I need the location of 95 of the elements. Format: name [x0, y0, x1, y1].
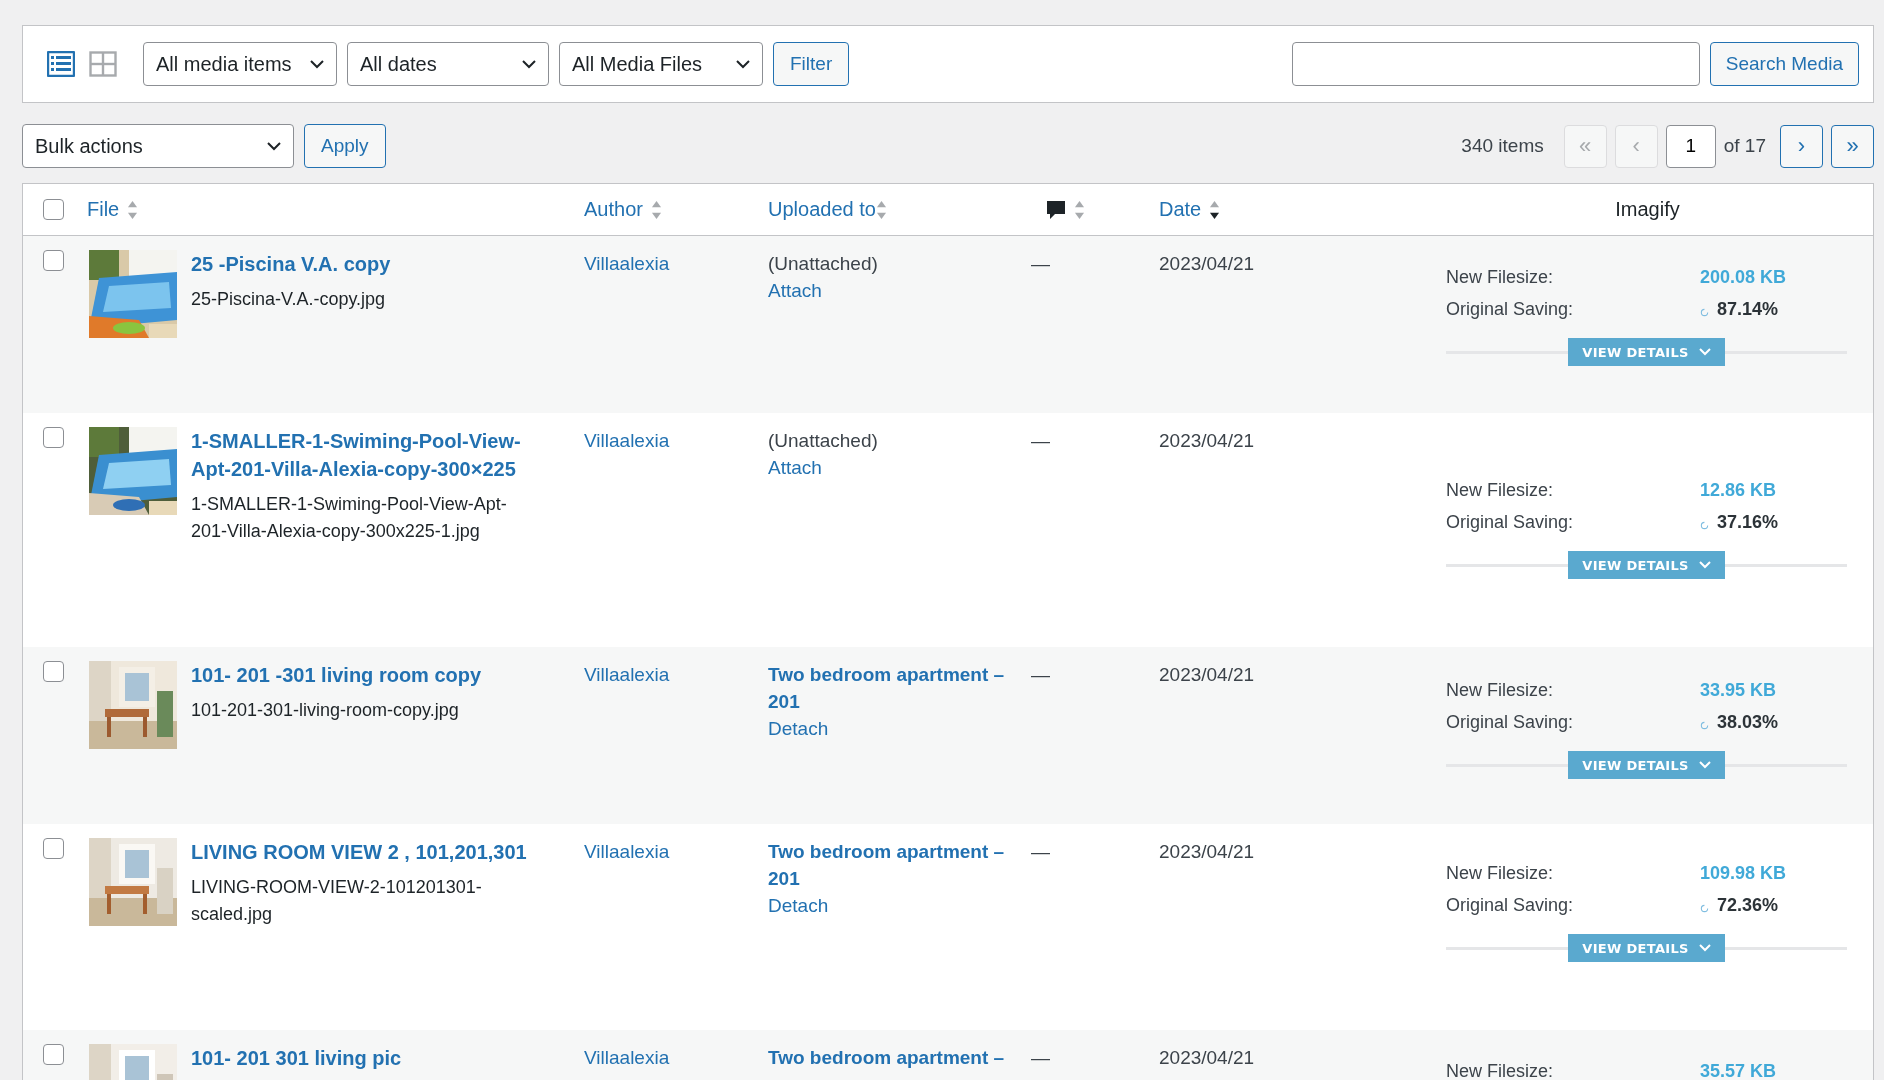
- view-details-button[interactable]: VIEW DETAILS: [1568, 934, 1725, 962]
- chevron-down-icon: [1698, 944, 1711, 952]
- row-checkbox[interactable]: [43, 250, 64, 271]
- attach-link[interactable]: Attach: [768, 277, 822, 304]
- file-name: LIVING-ROOM-VIEW-2-101201301-scaled.jpg: [191, 876, 483, 926]
- file-name: 101-201-301-living-room-copy.jpg: [191, 699, 460, 722]
- attachment-status: (Unattached): [768, 429, 878, 453]
- row-checkbox[interactable]: [43, 838, 64, 859]
- item-count: 340 items: [1461, 135, 1544, 157]
- file-name: 1-SMALLER-1-Swiming-Pool-View-Apt-201-Villa-Alexia-copy-300x225-1.jpg: [191, 493, 508, 543]
- bulk-actions-dropdown[interactable]: Bulk actions: [22, 124, 294, 168]
- upload-date: 2023/04/21: [1159, 1046, 1255, 1070]
- chevron-down-icon: [522, 59, 536, 69]
- file-title-link[interactable]: 101- 201 -301 living room copy: [191, 661, 541, 689]
- new-filesize: 33.95 KB: [1700, 679, 1778, 702]
- spinner-icon: [1700, 720, 1709, 730]
- chevron-down-icon: [267, 141, 281, 151]
- upload-date: 2023/04/21: [1159, 252, 1255, 276]
- page-field[interactable]: 1: [1665, 124, 1716, 168]
- attach-link[interactable]: Attach: [768, 454, 822, 481]
- stat-label: New Filesize:: [1446, 679, 1555, 702]
- stat-label: New Filesize:: [1446, 862, 1555, 885]
- file-title-link[interactable]: 25 -Piscina V.A. copy: [191, 250, 541, 278]
- page-total: of 17: [1723, 135, 1766, 157]
- chevron-down-icon: [1698, 348, 1711, 356]
- comment-count: —: [1031, 840, 1050, 864]
- attached-post-link[interactable]: Two bedroom apartment –: [768, 1044, 1005, 1071]
- search-field[interactable]: [1291, 42, 1700, 86]
- stat-label: New Filesize:: [1446, 479, 1555, 502]
- chevron-down-icon: [310, 59, 324, 69]
- view-details-button[interactable]: VIEW DETAILS: [1568, 338, 1725, 366]
- stat-label: New Filesize:: [1446, 1060, 1555, 1080]
- new-filesize: 109.98 KB: [1700, 862, 1788, 885]
- spinner-icon: [1700, 520, 1709, 530]
- saving-percent: 37.16%: [1717, 511, 1779, 534]
- grid-view-icon[interactable]: [89, 51, 117, 77]
- saving-percent: 72.36%: [1717, 894, 1779, 917]
- comment-count: —: [1031, 663, 1050, 687]
- comment-count: —: [1031, 252, 1050, 276]
- saving-percent: 87.14%: [1717, 298, 1779, 321]
- upload-date: 2023/04/21: [1159, 840, 1255, 864]
- file-name: 25-Piscina-V.A.-copy.jpg: [191, 288, 387, 311]
- row-checkbox[interactable]: [43, 661, 64, 682]
- stat-label: Original Saving:: [1446, 298, 1575, 321]
- new-filesize: 35.57 KB: [1700, 1060, 1778, 1080]
- filter-button[interactable]: Filter: [773, 42, 850, 86]
- filter-dropdown[interactable]: All media items: [143, 42, 337, 86]
- attach-link[interactable]: Detach: [768, 715, 829, 742]
- upload-date: 2023/04/21: [1159, 429, 1255, 453]
- author-name-link[interactable]: Villaalexia: [584, 661, 670, 688]
- new-filesize: 12.86 KB: [1700, 479, 1778, 502]
- chevron-down-icon: [1698, 761, 1711, 769]
- file-title-link[interactable]: 1-SMALLER-1-Swiming-Pool-View-Apt-201-Villa-Alexia-copy-300×225: [191, 427, 541, 483]
- comment-icon: [1046, 199, 1066, 220]
- comment-count: —: [1031, 1046, 1050, 1070]
- list-view-icon[interactable]: [47, 51, 75, 77]
- author-name-link[interactable]: Villaalexia: [584, 1044, 670, 1071]
- column-header: Imagify: [1615, 198, 1680, 221]
- spinner-icon: [1700, 903, 1709, 913]
- author-name-link[interactable]: Villaalexia: [584, 250, 670, 277]
- column-header-link[interactable]: File: [87, 198, 120, 221]
- row-checkbox[interactable]: [43, 1044, 64, 1065]
- chevron-down-icon: [1698, 561, 1711, 569]
- stat-label: Original Saving:: [1446, 894, 1575, 917]
- author-name-link[interactable]: Villaalexia: [584, 427, 670, 454]
- comment-count: —: [1031, 429, 1050, 453]
- attached-post-link[interactable]: Two bedroom apartment – 201: [768, 838, 1031, 892]
- page-button[interactable]: ›: [1780, 124, 1823, 168]
- file-title-link[interactable]: 101- 201 301 living pic: [191, 1044, 541, 1072]
- column-header-link[interactable]: Date: [1159, 198, 1202, 221]
- chevron-down-icon: [736, 59, 750, 69]
- select-all-checkbox[interactable]: [43, 199, 64, 220]
- attachment-status: (Unattached): [768, 252, 878, 276]
- attached-post-link[interactable]: Two bedroom apartment – 201: [768, 661, 1031, 715]
- upload-date: 2023/04/21: [1159, 663, 1255, 687]
- file-title-link[interactable]: LIVING ROOM VIEW 2 , 101,201,301: [191, 838, 541, 866]
- spinner-icon: [1700, 307, 1709, 317]
- saving-percent: 38.03%: [1717, 711, 1779, 734]
- stat-label: New Filesize:: [1446, 266, 1555, 289]
- page-button[interactable]: »: [1831, 124, 1874, 168]
- filter-dropdown[interactable]: All dates: [347, 42, 549, 86]
- attach-link[interactable]: Detach: [768, 892, 829, 919]
- search-button[interactable]: Search Media: [1709, 42, 1859, 86]
- row-checkbox[interactable]: [43, 427, 64, 448]
- stat-label: Original Saving:: [1446, 711, 1575, 734]
- filter-dropdown[interactable]: All Media Files: [559, 42, 763, 86]
- apply-button[interactable]: Apply: [304, 124, 386, 168]
- column-header-link[interactable]: Uploaded to: [768, 198, 876, 221]
- author-name-link[interactable]: Villaalexia: [584, 838, 670, 865]
- view-details-button[interactable]: VIEW DETAILS: [1568, 751, 1725, 779]
- column-header-link[interactable]: Author: [584, 198, 643, 221]
- sort-icon[interactable]: [1209, 199, 1221, 220]
- view-details-button[interactable]: VIEW DETAILS: [1568, 551, 1725, 579]
- stat-label: Original Saving:: [1446, 511, 1575, 534]
- new-filesize: 200.08 KB: [1700, 266, 1788, 289]
